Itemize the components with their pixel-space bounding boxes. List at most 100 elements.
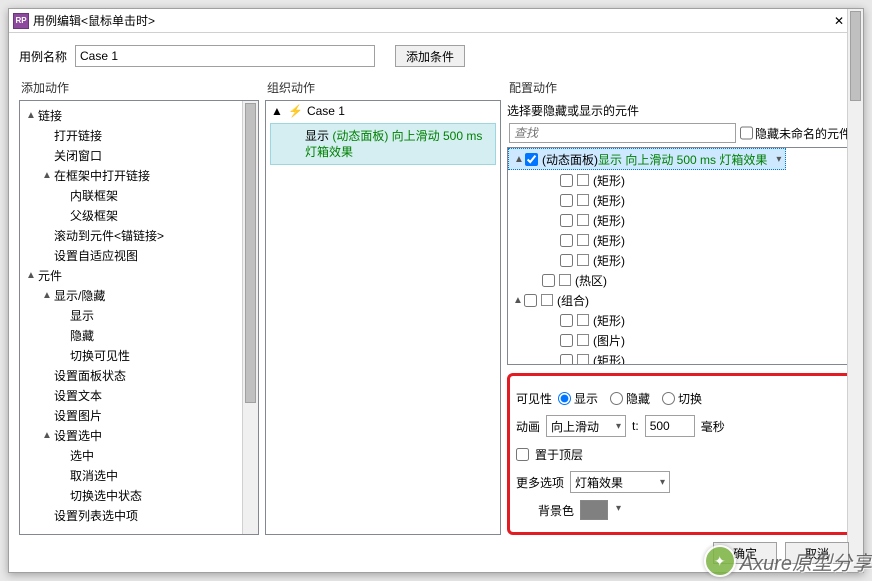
widget-checkbox[interactable] xyxy=(560,214,573,227)
widget-label: (矩形) xyxy=(593,352,625,366)
widget-item[interactable]: ▲(动态面板) 显示 向上滑动 500 ms 灯箱效果 xyxy=(508,148,786,170)
twisty-icon[interactable]: ▲ xyxy=(40,290,54,301)
search-row: 隐藏未命名的元件 xyxy=(507,121,853,145)
action-item[interactable]: 显示 (动态面板) 向上滑动 500 ms 灯箱效果 xyxy=(270,123,496,165)
tree-item[interactable]: 选中 xyxy=(22,445,256,465)
widget-checkbox[interactable] xyxy=(560,234,573,247)
tree-item[interactable]: ▲元件 xyxy=(22,265,256,285)
visibility-label: 可见性 xyxy=(516,390,552,407)
twisty-icon[interactable]: ▲ xyxy=(24,110,38,121)
widget-checkbox[interactable] xyxy=(560,254,573,267)
tree-item[interactable]: 父级框架 xyxy=(22,205,256,225)
tree-item[interactable]: 关闭窗口 xyxy=(22,145,256,165)
tree-item[interactable]: 设置列表选中项 xyxy=(22,505,256,525)
tree-item[interactable]: 设置文本 xyxy=(22,385,256,405)
visibility-radio[interactable]: 切换 xyxy=(662,390,702,407)
tree-item[interactable]: ▲显示/隐藏 xyxy=(22,285,256,305)
case-name-input[interactable] xyxy=(75,45,375,67)
widget-tree: ▲(动态面板) 显示 向上滑动 500 ms 灯箱效果 (矩形) (矩形) (矩形) (… xyxy=(507,147,853,365)
dialog-footer: 确定 取消 xyxy=(713,542,849,564)
tree-item[interactable]: 打开链接 xyxy=(22,125,256,145)
window-title: 用例编辑<鼠标单击时> xyxy=(33,12,819,29)
widget-checkbox[interactable] xyxy=(560,174,573,187)
case-row[interactable]: ▲ ⚡ Case 1 xyxy=(266,101,500,121)
add-condition-button[interactable]: 添加条件 xyxy=(395,45,465,67)
visibility-radio[interactable]: 显示 xyxy=(558,390,598,407)
shape-icon xyxy=(559,274,571,286)
tree-item[interactable]: ▲链接 xyxy=(22,105,256,125)
configure-action-column: 配置动作 选择要隐藏或显示的元件 隐藏未命名的元件 ▲(动态面板) 显示 向上滑… xyxy=(507,75,853,535)
action-detail: (动态面板) 向上滑动 500 ms 灯箱效果 xyxy=(305,129,482,159)
widget-label: (矩形) xyxy=(593,172,625,189)
widget-item[interactable]: (矩形) xyxy=(508,230,852,250)
tree-item[interactable]: 设置自适应视图 xyxy=(22,245,256,265)
scrollbar[interactable] xyxy=(847,147,853,365)
widget-item[interactable]: (矩形) xyxy=(508,250,852,270)
tree-item[interactable]: ▲设置选中 xyxy=(22,425,256,445)
visibility-radio[interactable]: 隐藏 xyxy=(610,390,650,407)
tree-label: 设置面板状态 xyxy=(54,367,126,384)
widget-checkbox[interactable] xyxy=(560,354,573,366)
search-input[interactable] xyxy=(509,123,736,143)
widget-label: (矩形) xyxy=(593,252,625,269)
widget-item[interactable]: ▲(组合) xyxy=(508,290,852,310)
tree-label: 取消选中 xyxy=(70,467,118,484)
tree-item[interactable]: 显示 xyxy=(22,305,256,325)
case-panel: ▲ ⚡ Case 1 显示 (动态面板) 向上滑动 500 ms 灯箱效果 xyxy=(265,100,501,535)
cancel-button[interactable]: 取消 xyxy=(785,542,849,564)
tree-label: 设置列表选中项 xyxy=(54,507,138,524)
bring-to-front-checkbox[interactable]: 置于顶层 xyxy=(516,446,583,463)
organize-action-header: 组织动作 xyxy=(265,75,501,100)
tree-item[interactable]: 滚动到元件<锚链接> xyxy=(22,225,256,245)
twisty-icon[interactable]: ▲ xyxy=(24,270,38,281)
widget-checkbox[interactable] xyxy=(525,153,538,166)
tree-item[interactable]: 切换选中状态 xyxy=(22,485,256,505)
widget-item[interactable]: (矩形) xyxy=(508,170,852,190)
tree-item[interactable]: ▲在框架中打开链接 xyxy=(22,165,256,185)
ok-button[interactable]: 确定 xyxy=(713,542,777,564)
widget-item[interactable]: (矩形) xyxy=(508,310,852,330)
bgcolor-picker[interactable] xyxy=(580,500,608,520)
widget-label: (图片) xyxy=(593,332,625,349)
shape-icon xyxy=(577,194,589,206)
tree-item[interactable]: 内联框架 xyxy=(22,185,256,205)
widget-checkbox[interactable] xyxy=(542,274,555,287)
twisty-icon[interactable]: ▲ xyxy=(40,430,54,441)
widget-item[interactable]: (矩形) xyxy=(508,210,852,230)
scrollbar[interactable] xyxy=(242,101,258,534)
widget-label: (矩形) xyxy=(593,232,625,249)
widget-item[interactable]: (矩形) xyxy=(508,350,852,365)
widget-label: (热区) xyxy=(575,272,607,289)
add-action-column: 添加动作 ▲链接打开链接关闭窗口▲在框架中打开链接内联框架父级框架滚动到元件<锚… xyxy=(19,75,259,535)
widget-label: (矩形) xyxy=(593,192,625,209)
widget-checkbox[interactable] xyxy=(560,194,573,207)
widget-checkbox[interactable] xyxy=(560,314,573,327)
tree-item[interactable]: 取消选中 xyxy=(22,465,256,485)
widget-label: (矩形) xyxy=(593,212,625,229)
duration-input[interactable] xyxy=(645,415,695,437)
tree-label: 设置图片 xyxy=(54,407,102,424)
shape-icon xyxy=(577,234,589,246)
tree-item[interactable]: 设置面板状态 xyxy=(22,365,256,385)
twisty-icon[interactable]: ▲ xyxy=(40,170,54,181)
tree-item[interactable]: 设置图片 xyxy=(22,405,256,425)
hide-unnamed-checkbox[interactable]: 隐藏未命名的元件 xyxy=(740,123,851,143)
widget-checkbox[interactable] xyxy=(524,294,537,307)
twisty-icon[interactable]: ▲ xyxy=(512,295,524,306)
shape-icon xyxy=(577,314,589,326)
widget-item[interactable]: (热区) xyxy=(508,270,852,290)
widget-checkbox[interactable] xyxy=(560,334,573,347)
tree-item[interactable]: 隐藏 xyxy=(22,325,256,345)
case-name-row: 用例名称 添加条件 xyxy=(9,33,863,75)
tree-item[interactable]: 切换可见性 xyxy=(22,345,256,365)
twisty-icon[interactable]: ▲ xyxy=(513,154,525,165)
widget-item[interactable]: (图片) xyxy=(508,330,852,350)
collapse-icon[interactable]: ▲ xyxy=(270,104,284,118)
widget-item[interactable]: (矩形) xyxy=(508,190,852,210)
more-options-select[interactable]: 灯箱效果 xyxy=(570,471,670,493)
action-verb: 显示 xyxy=(305,129,329,143)
shape-icon xyxy=(577,334,589,346)
animation-select[interactable]: 向上滑动 xyxy=(546,415,626,437)
shape-icon xyxy=(577,174,589,186)
configure-action-header: 配置动作 xyxy=(507,75,853,100)
